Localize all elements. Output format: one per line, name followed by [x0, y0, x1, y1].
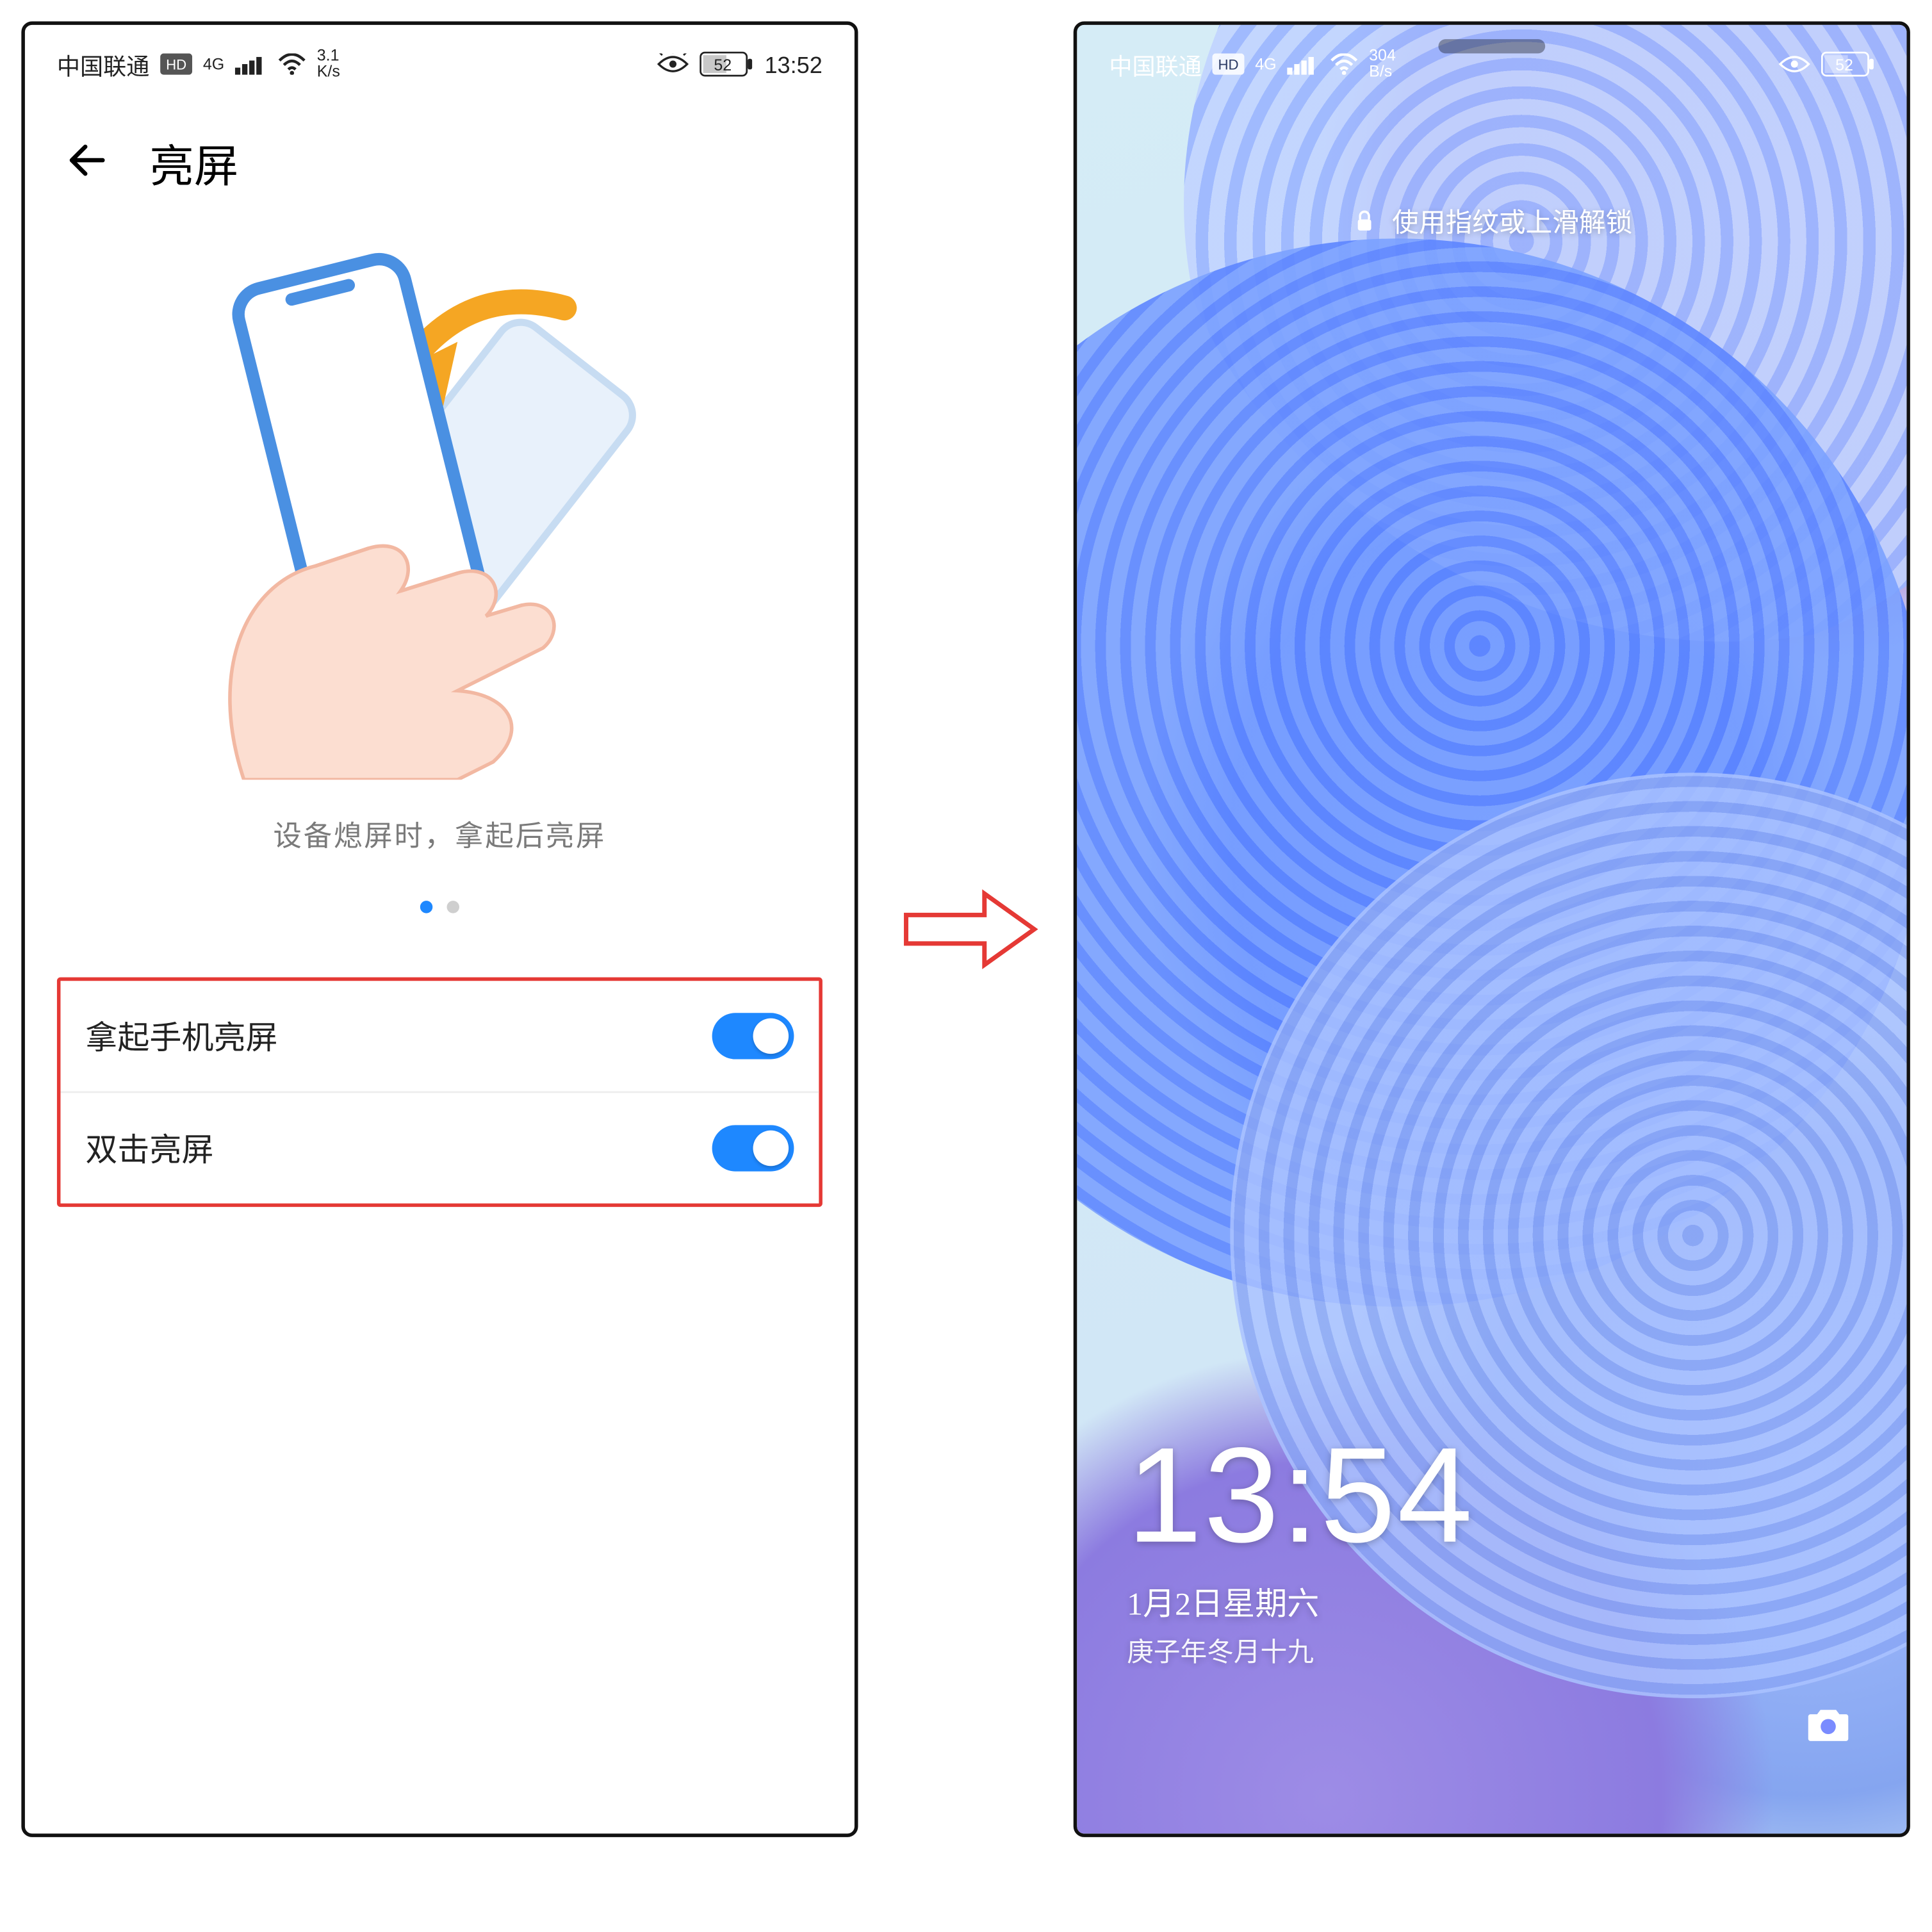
- camera-shortcut[interactable]: [1789, 1684, 1867, 1762]
- transition-arrow: [880, 0, 1060, 1858]
- wifi-icon: [278, 53, 306, 74]
- hd-icon: HD: [1213, 53, 1245, 74]
- lock-icon: [1351, 208, 1378, 235]
- lock-date: 1月2日星期六: [1127, 1579, 1474, 1625]
- battery-icon: 52: [700, 52, 753, 77]
- svg-text:HD: HD: [166, 56, 186, 72]
- battery-pct: 52: [715, 56, 733, 74]
- eye-comfort-icon: [1778, 53, 1810, 74]
- settings-phone-screenshot: 中国联通 HD 4G 3.1 K/s 52 13:52 亮屏: [21, 21, 858, 1837]
- lockscreen-phone-screenshot: 中国联通 HD 4G 304 B/s 52 使用指纹或上滑解锁 13:54 1月…: [1074, 21, 1910, 1837]
- battery-pct: 52: [1835, 56, 1853, 74]
- lock-lunar-date: 庚子年冬月十九: [1127, 1632, 1474, 1669]
- page-dot-2[interactable]: [447, 901, 459, 913]
- status-bar: 中国联通 HD 4G 3.1 K/s 52 13:52: [25, 25, 855, 103]
- status-bar: 中国联通 HD 4G 304 B/s 52: [1077, 25, 1906, 103]
- unlock-hint-text: 使用指纹或上滑解锁: [1392, 203, 1632, 240]
- back-button[interactable]: [64, 136, 110, 192]
- camera-icon: [1801, 1696, 1854, 1749]
- eye-comfort-icon: [658, 53, 690, 74]
- unlock-hint: 使用指纹或上滑解锁: [1077, 203, 1906, 240]
- illustration-caption: 设备熄屏时，拿起后亮屏: [274, 812, 607, 855]
- net-speed: 304 B/s: [1369, 48, 1396, 80]
- carrier-label: 中国联通: [57, 47, 150, 81]
- signal-icon: [235, 53, 267, 74]
- toggle-switch[interactable]: [712, 1013, 794, 1059]
- notch: [1438, 39, 1545, 53]
- status-time: 13:52: [764, 51, 822, 78]
- net-speed: 3.1 K/s: [317, 48, 340, 80]
- setting-double-tap-to-wake[interactable]: 双击亮屏: [60, 1092, 819, 1204]
- pickup-phone-illustration: [190, 246, 689, 780]
- lock-time: 13:54: [1127, 1430, 1474, 1565]
- settings-group-highlighted: 拿起手机亮屏 双击亮屏: [57, 978, 823, 1207]
- arrow-right-icon: [898, 876, 1040, 983]
- page-dot-1[interactable]: [420, 901, 432, 913]
- back-arrow-icon: [64, 136, 110, 183]
- lockscreen-clock: 13:54 1月2日星期六 庚子年冬月十九: [1127, 1430, 1474, 1670]
- wifi-icon: [1330, 53, 1358, 74]
- network-label: 4G: [203, 56, 224, 72]
- network-label: 4G: [1255, 56, 1276, 72]
- page-indicator: [420, 901, 459, 913]
- svg-text:HD: HD: [1218, 56, 1239, 72]
- signal-icon: [1287, 53, 1319, 74]
- title-bar: 亮屏: [25, 103, 855, 203]
- toggle-switch[interactable]: [712, 1125, 794, 1171]
- battery-icon: 52: [1821, 52, 1874, 77]
- setting-label: 双击亮屏: [85, 1125, 213, 1171]
- hd-icon: HD: [160, 53, 192, 74]
- setting-raise-to-wake[interactable]: 拿起手机亮屏: [60, 981, 819, 1091]
- page-title: 亮屏: [149, 132, 238, 196]
- carrier-label: 中国联通: [1109, 47, 1202, 81]
- setting-label: 拿起手机亮屏: [85, 1013, 277, 1059]
- illustration: 设备熄屏时，拿起后亮屏: [25, 203, 855, 913]
